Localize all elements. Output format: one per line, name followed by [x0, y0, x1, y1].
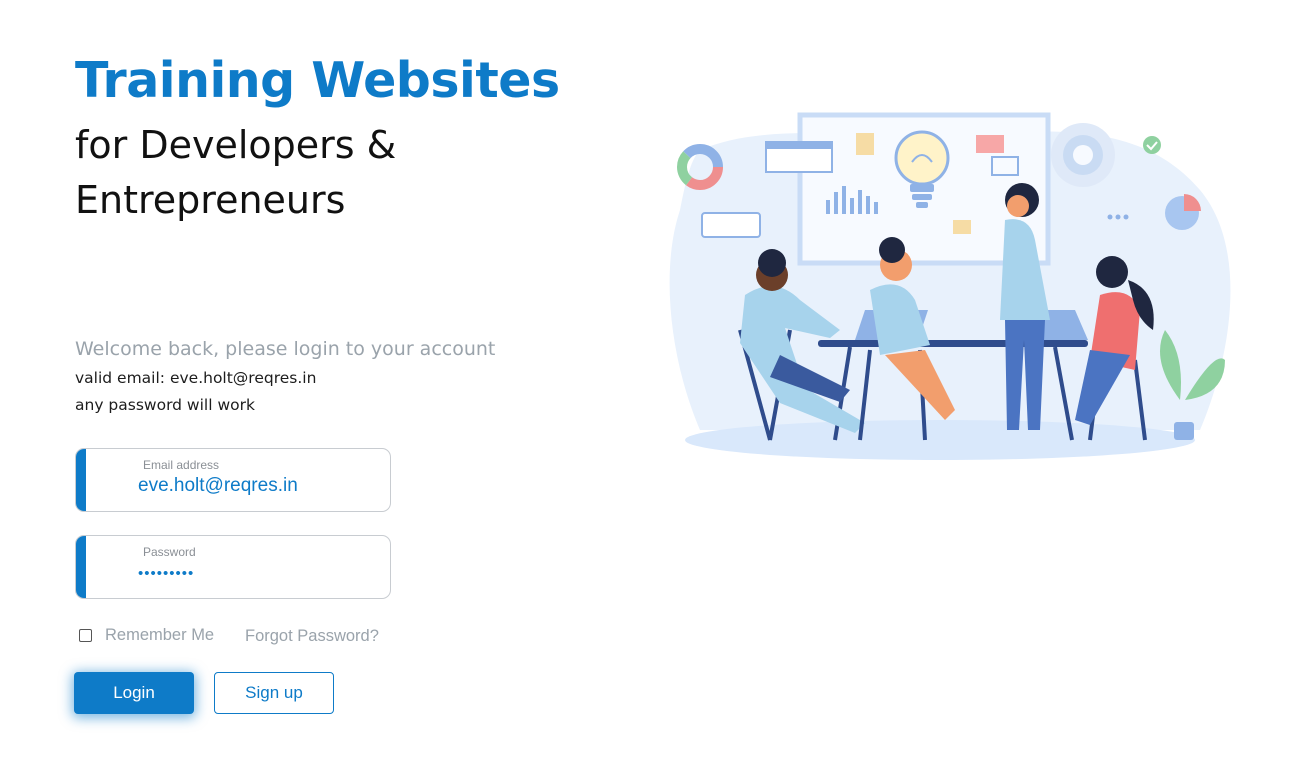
email-field[interactable]: Email address	[75, 448, 391, 512]
remember-me-label[interactable]: Remember Me	[105, 626, 214, 645]
email-field-accent-bar	[76, 449, 86, 511]
meeting-table	[818, 340, 1088, 347]
password-input[interactable]	[138, 561, 378, 585]
password-hint: any password will work	[75, 396, 255, 414]
remember-me[interactable]: Remember Me	[79, 626, 214, 645]
password-field[interactable]: Password	[75, 535, 391, 599]
team-meeting-illustration	[669, 112, 1231, 460]
check-icon	[1143, 136, 1161, 154]
login-button[interactable]: Login	[74, 672, 194, 714]
dots-icon	[1107, 214, 1129, 220]
message-note-icon	[976, 135, 1004, 153]
welcome-text: Welcome back, please login to your accou…	[75, 338, 496, 360]
gear-icon	[1051, 123, 1115, 187]
page-subtitle: for Developers & Entrepreneurs	[75, 123, 397, 222]
password-field-accent-bar	[76, 536, 86, 598]
email-hint: valid email: eve.holt@reqres.in	[75, 369, 317, 387]
forgot-password-link[interactable]: Forgot Password?	[245, 627, 379, 646]
signup-button[interactable]: Sign up	[214, 672, 334, 714]
page-title: Training Websites	[75, 52, 560, 109]
password-label: Password	[143, 545, 196, 559]
email-input[interactable]	[138, 474, 378, 498]
remember-me-checkbox[interactable]	[79, 629, 92, 642]
floor-shadow	[685, 420, 1195, 460]
sticky-note-icon	[856, 133, 874, 155]
email-label: Email address	[143, 458, 220, 472]
chat-bubble-icon	[701, 212, 761, 238]
